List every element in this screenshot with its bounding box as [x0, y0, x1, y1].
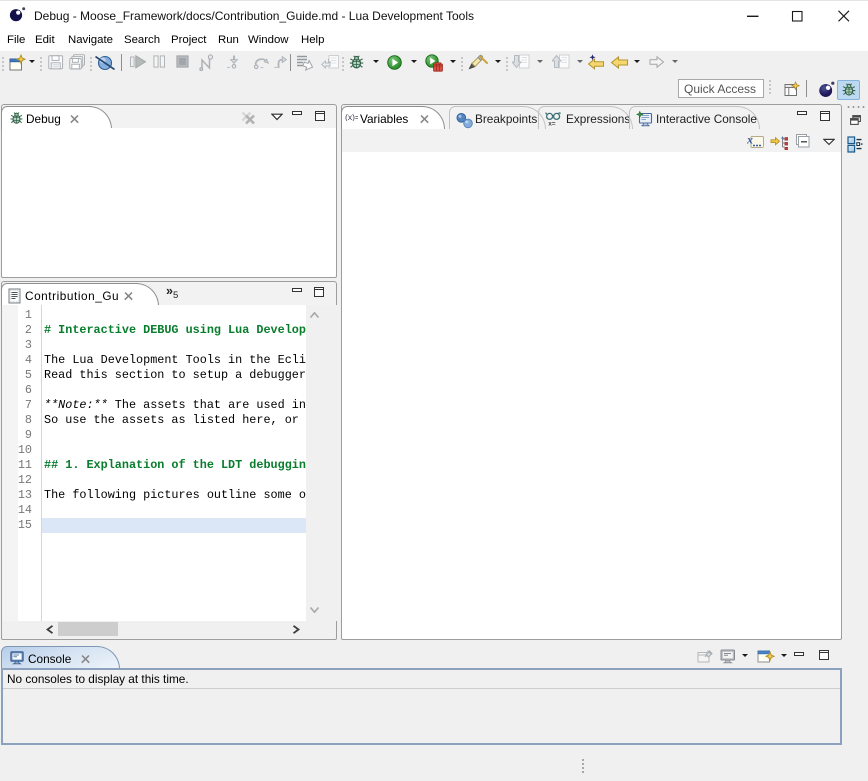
svg-text:x=: x=: [548, 121, 556, 128]
svg-text:x: x: [747, 133, 753, 147]
svg-text:(x)=: (x)=: [345, 113, 358, 121]
